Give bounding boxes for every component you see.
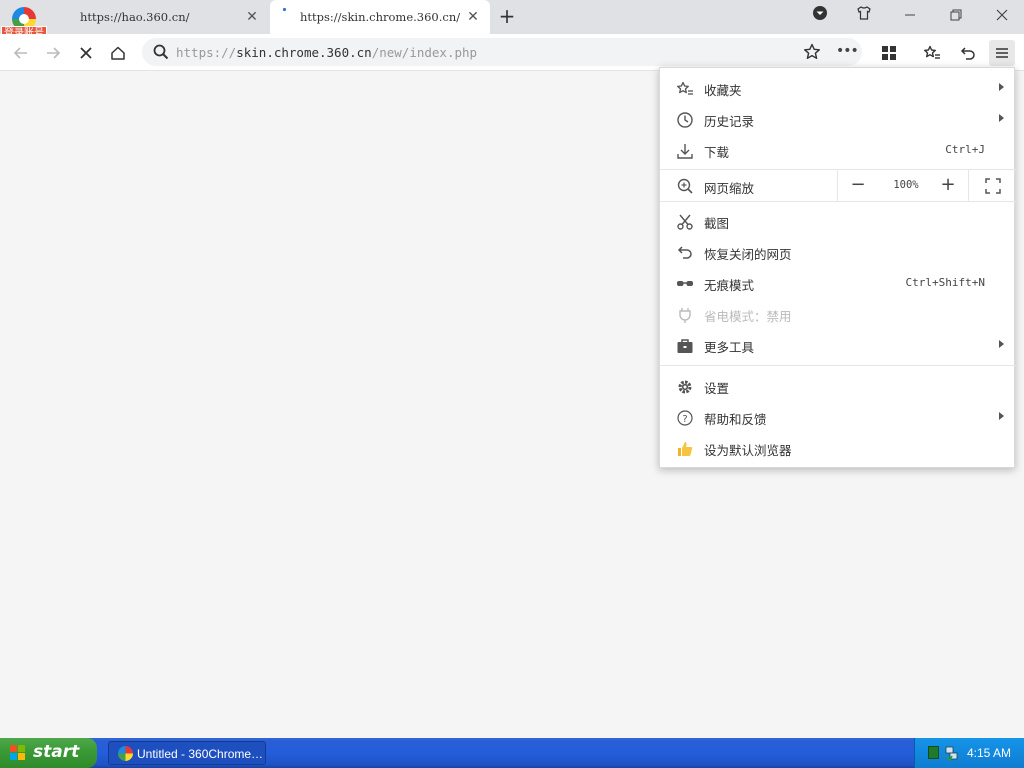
tab-title: https://hao.360.cn/ xyxy=(80,10,190,24)
menu-item-label: 帮助和反馈 xyxy=(704,412,767,427)
toolbox-icon xyxy=(676,337,694,355)
menu-item-label: 设为默认浏览器 xyxy=(704,443,792,458)
forward-arrow-icon[interactable] xyxy=(40,40,66,66)
home-icon[interactable] xyxy=(105,40,131,66)
main-menu-dropdown: 收藏夹 历史记录 下载 Ctrl+J 网页缩放 − 100% + 截图 恢复关闭… xyxy=(659,67,1016,468)
menu-item-label: 下载 xyxy=(704,145,730,160)
menu-item-label: 设置 xyxy=(704,381,730,396)
tab-title: https://skin.chrome.360.cn/new/index.php xyxy=(300,10,460,24)
back-arrow-icon[interactable] xyxy=(8,40,34,66)
more-options-icon[interactable]: ••• xyxy=(836,42,859,62)
menu-item-label: 截图 xyxy=(704,216,730,231)
start-label: start xyxy=(33,742,80,762)
favorites-list-icon[interactable] xyxy=(919,40,945,66)
clock: 4:15 AM xyxy=(967,746,1012,760)
close-window-icon[interactable] xyxy=(990,5,1014,29)
submenu-arrow-icon xyxy=(999,83,1004,91)
submenu-arrow-icon xyxy=(999,412,1004,420)
taskbar-item-browser[interactable]: Untitled - 360Chrome… xyxy=(108,741,266,765)
tab-hao360[interactable]: https://hao.360.cn/ ✕ xyxy=(60,0,270,34)
bookmark-star-icon[interactable] xyxy=(802,42,822,62)
menu-item-set-default[interactable]: 设为默认浏览器 xyxy=(660,433,1016,464)
star-list-icon xyxy=(676,80,694,98)
zoom-label: 网页缩放 xyxy=(704,181,755,196)
minimize-icon[interactable] xyxy=(898,5,922,29)
zoom-divider xyxy=(968,170,969,201)
help-circle-icon: ? xyxy=(676,409,694,427)
menu-divider xyxy=(660,365,1016,366)
thumbs-up-icon xyxy=(676,440,694,458)
tab-strip: 登录账号 https://hao.360.cn/ ✕ https://skin.… xyxy=(0,0,1024,40)
main-menu-hamburger-icon[interactable] xyxy=(989,40,1015,66)
menu-item-shortcut: Ctrl+J xyxy=(945,143,985,156)
menu-item-help-feedback[interactable]: ? 帮助和反馈 xyxy=(660,402,1016,433)
menu-item-label: 无痕模式 xyxy=(704,278,755,293)
start-button[interactable]: start xyxy=(0,738,97,768)
windows-flag-icon xyxy=(10,745,27,761)
menu-item-history[interactable]: 历史记录 xyxy=(660,104,1016,135)
gear-icon xyxy=(676,378,694,396)
fullscreen-icon[interactable] xyxy=(984,177,1002,195)
menu-item-screenshot[interactable]: 截图 xyxy=(660,206,1016,237)
browser-app-icon xyxy=(118,746,133,761)
submenu-arrow-icon xyxy=(999,340,1004,348)
url-text[interactable]: https://skin.chrome.360.cn/new/index.php xyxy=(176,45,477,60)
address-bar[interactable]: https://skin.chrome.360.cn/new/index.php… xyxy=(142,38,862,66)
url-host: skin.chrome.360.cn xyxy=(236,45,372,60)
menu-item-incognito[interactable]: 无痕模式 Ctrl+Shift+N xyxy=(660,268,1016,299)
zoom-in-button[interactable]: + xyxy=(938,175,958,195)
taskbar-item-label: Untitled - 360Chrome… xyxy=(137,747,263,761)
tray-app-icon[interactable] xyxy=(928,746,939,759)
menu-item-label: 恢复关闭的网页 xyxy=(704,247,792,262)
zoom-divider xyxy=(837,170,838,201)
search-icon xyxy=(152,43,170,61)
menu-item-label: 收藏夹 xyxy=(704,83,742,98)
plug-icon xyxy=(676,306,694,324)
shirt-theme-icon[interactable] xyxy=(852,5,876,29)
loading-favicon-icon xyxy=(282,8,288,18)
menu-item-label: 更多工具 xyxy=(704,340,755,355)
url-path: /new/index.php xyxy=(371,45,478,60)
menu-item-favorites[interactable]: 收藏夹 xyxy=(660,73,1016,104)
menu-item-label: 历史记录 xyxy=(704,114,755,129)
stop-loading-icon[interactable] xyxy=(73,40,99,66)
tab-skin-chrome[interactable]: https://skin.chrome.360.cn/new/index.php… xyxy=(270,0,490,34)
browser-logo[interactable]: 登录账号 xyxy=(0,2,48,40)
zoom-out-button[interactable]: − xyxy=(848,175,868,195)
browser-window: 登录账号 https://hao.360.cn/ ✕ https://skin.… xyxy=(0,0,1024,768)
new-tab-plus-icon[interactable]: + xyxy=(497,6,517,26)
undo-arrow-icon xyxy=(676,244,694,262)
menu-item-restore-closed[interactable]: 恢复关闭的网页 xyxy=(660,237,1016,268)
windows-taskbar: start Untitled - 360Chrome… 4:15 AM xyxy=(0,738,1024,768)
url-prefix: https:// xyxy=(176,45,237,60)
menu-item-downloads[interactable]: 下载 Ctrl+J xyxy=(660,135,1016,166)
submenu-arrow-icon xyxy=(999,114,1004,122)
incognito-mask-icon xyxy=(676,275,694,293)
navigation-toolbar: https://skin.chrome.360.cn/new/index.php… xyxy=(0,34,1024,71)
menu-item-settings[interactable]: 设置 xyxy=(660,371,1016,402)
menu-item-more-tools[interactable]: 更多工具 xyxy=(660,330,1016,361)
svg-text:?: ? xyxy=(682,414,687,425)
scissors-icon xyxy=(676,213,694,231)
menu-item-label: 省电模式：禁用 xyxy=(704,309,792,324)
menu-item-shortcut: Ctrl+Shift+N xyxy=(905,276,985,289)
tab-close-icon[interactable]: ✕ xyxy=(465,9,481,25)
zoom-level: 100% xyxy=(893,179,919,191)
download-icon xyxy=(676,142,694,160)
undo-close-icon[interactable] xyxy=(955,40,981,66)
system-tray: 4:15 AM xyxy=(914,738,1024,768)
network-icon[interactable] xyxy=(945,745,959,762)
menu-divider xyxy=(660,201,1016,202)
clock-icon xyxy=(676,111,694,129)
tab-close-icon[interactable]: ✕ xyxy=(244,9,260,25)
zoom-magnifier-icon xyxy=(676,177,694,195)
restore-icon[interactable] xyxy=(944,5,968,29)
menu-item-power-saving: 省电模式：禁用 xyxy=(660,299,1016,330)
apps-grid-icon[interactable] xyxy=(876,40,902,66)
skin-dropdown-icon[interactable] xyxy=(808,5,832,29)
menu-item-zoom: 网页缩放 − 100% + xyxy=(660,170,1016,201)
